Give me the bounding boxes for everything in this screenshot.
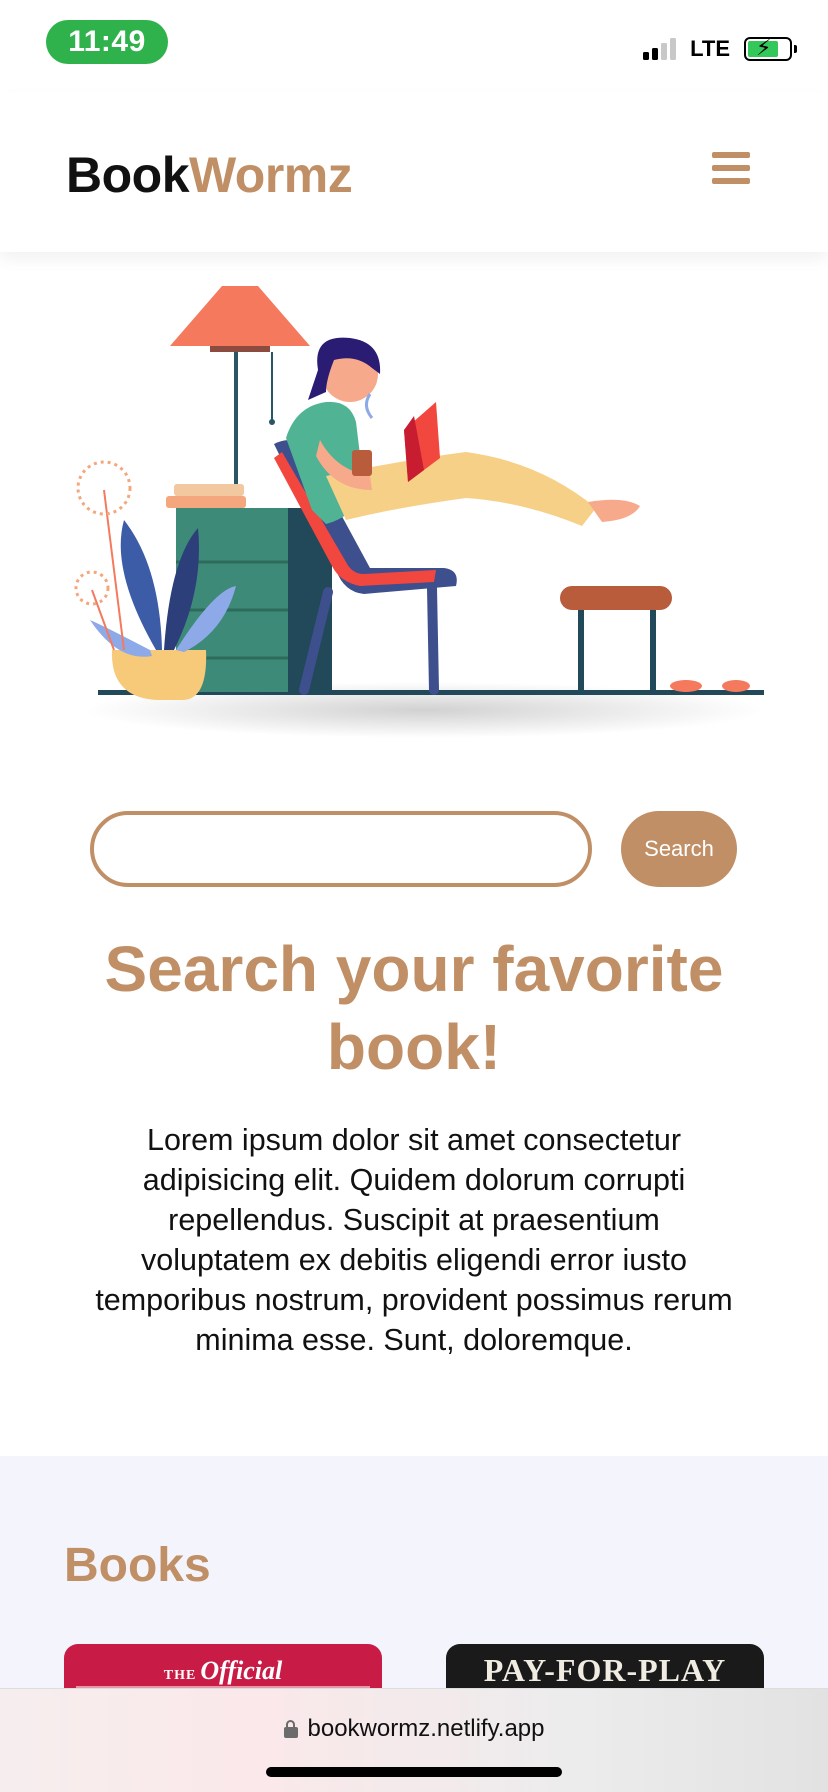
brand-part-wormz: Wormz: [189, 147, 353, 203]
status-indicators: LTE ⚡: [643, 35, 797, 62]
url-text: bookwormz.netlify.app: [307, 1715, 545, 1742]
page-headline: Search your favorite book!: [104, 933, 724, 1083]
intro-paragraph: Lorem ipsum dolor sit amet consectetur a…: [95, 1123, 733, 1357]
search-button[interactable]: Search: [621, 811, 737, 887]
search-form: Search: [90, 811, 738, 887]
woman-reading-illustration: [64, 270, 764, 756]
search-input[interactable]: [90, 811, 592, 887]
network-type: LTE: [690, 36, 730, 61]
book-cover-title: PAY-FOR-PLAY: [483, 1652, 727, 1688]
hamburger-menu-icon[interactable]: [712, 152, 750, 184]
status-bar: 11:49 LTE ⚡: [0, 0, 828, 92]
brand-part-book: Book: [66, 147, 190, 203]
battery-charging-icon: ⚡: [744, 35, 797, 61]
url-display[interactable]: bookwormz.netlify.app: [0, 1715, 828, 1743]
status-time: 11:49: [46, 20, 168, 64]
browser-address-bar[interactable]: bookwormz.netlify.app: [0, 1688, 828, 1792]
books-heading: Books: [64, 1539, 211, 1592]
lock-icon: [283, 1720, 298, 1738]
home-indicator[interactable]: [266, 1767, 562, 1777]
cellular-signal-icon: [643, 38, 677, 60]
site-header: BookWormz: [0, 92, 828, 252]
brand-logo[interactable]: BookWormz: [66, 146, 353, 204]
book-cover-title: THE Official: [163, 1656, 283, 1685]
